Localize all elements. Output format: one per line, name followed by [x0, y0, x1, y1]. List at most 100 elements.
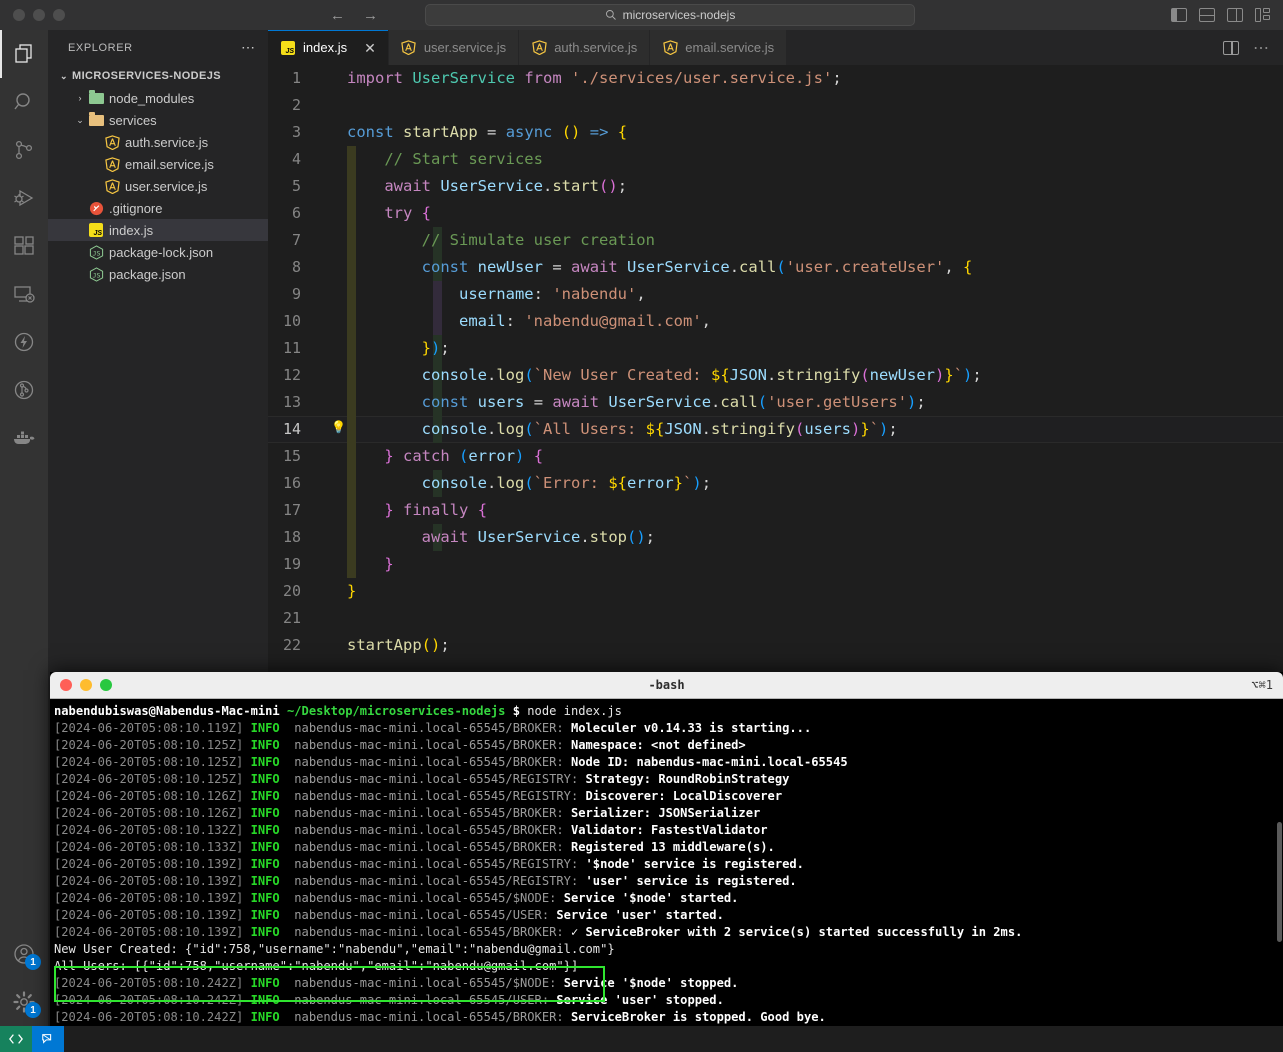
toggle-secondary-sidebar-icon[interactable] — [1227, 8, 1243, 22]
tree-root-folder[interactable]: ⌄ MICROSERVICES-NODEJS — [48, 65, 268, 87]
sidebar-item-explorer[interactable] — [0, 30, 48, 78]
code-line-4[interactable]: 4 // Start services — [268, 146, 1283, 173]
code-line-10[interactable]: 10 email: 'nabendu@gmail.com', — [268, 308, 1283, 335]
sidebar-item-run-and-debug[interactable] — [0, 174, 48, 222]
tab-user-service-js[interactable]: user.service.js — [388, 30, 520, 65]
code-line-21[interactable]: 21 — [268, 605, 1283, 632]
tree-item-auth-service-js[interactable]: auth.service.js — [48, 131, 268, 153]
tree-item-gitignore[interactable]: .gitignore — [48, 197, 268, 219]
glyph-margin[interactable] — [325, 470, 347, 497]
code-line-2[interactable]: 2 — [268, 92, 1283, 119]
chevron-right-icon[interactable]: › — [72, 93, 88, 103]
maximize-window-button[interactable] — [53, 9, 65, 21]
terminal-scrollbar[interactable] — [1277, 822, 1282, 942]
glyph-margin[interactable] — [325, 92, 347, 119]
window-traffic-lights[interactable] — [13, 9, 65, 21]
tree-item-services[interactable]: ⌄ services — [48, 109, 268, 131]
forward-arrow-icon[interactable]: → — [363, 8, 378, 23]
code-line-9[interactable]: 9 username: 'nabendu', — [268, 281, 1283, 308]
tree-item-email-service-js[interactable]: email.service.js — [48, 153, 268, 175]
code-line-11[interactable]: 11 }); — [268, 335, 1283, 362]
file-tree[interactable]: ⌄ MICROSERVICES-NODEJS › node_modules ⌄ ser… — [48, 65, 268, 285]
code-line-17[interactable]: 17 } finally { — [268, 497, 1283, 524]
code-line-5[interactable]: 5 await UserService.start(); — [268, 173, 1283, 200]
glyph-margin[interactable] — [325, 605, 347, 632]
code-line-20[interactable]: 20} — [268, 578, 1283, 605]
tree-item-package-lock-json[interactable]: JS package-lock.json — [48, 241, 268, 263]
remote-window-button[interactable] — [0, 1026, 32, 1052]
quick-fix-lightbulb-icon[interactable]: 💡 — [331, 421, 346, 433]
glyph-margin[interactable] — [325, 146, 347, 173]
code-line-13[interactable]: 13 const users = await UserService.call(… — [268, 389, 1283, 416]
line-number: 7 — [291, 231, 301, 249]
code-line-19[interactable]: 19 } — [268, 551, 1283, 578]
customize-layout-icon[interactable] — [1255, 8, 1271, 22]
glyph-margin[interactable] — [325, 200, 347, 227]
manage-settings-button[interactable]: 1 — [0, 978, 48, 1026]
sidebar-item-extensions[interactable] — [0, 222, 48, 270]
code-line-22[interactable]: 22 startApp(); — [268, 632, 1283, 659]
glyph-margin[interactable] — [325, 227, 347, 254]
glyph-margin[interactable] — [325, 173, 347, 200]
code-text: const users = await UserService.call('us… — [347, 389, 1283, 416]
glyph-margin[interactable] — [325, 254, 347, 281]
glyph-margin[interactable] — [325, 362, 347, 389]
glyph-margin[interactable] — [325, 443, 347, 470]
glyph-margin[interactable]: 💡 — [325, 416, 347, 443]
tab-index-js[interactable]: JS index.js ✕ — [268, 30, 389, 65]
code-line-14[interactable]: 14 💡 console.log(`All Users: ${JSON.strin… — [268, 416, 1283, 443]
glyph-margin[interactable] — [325, 281, 347, 308]
sidebar-item-source-control[interactable] — [0, 126, 48, 174]
accounts-button[interactable]: 1 — [0, 930, 48, 978]
navigation-arrows[interactable]: ← → — [330, 8, 378, 23]
sidebar-item-search[interactable] — [0, 78, 48, 126]
quick-open-search[interactable]: microservices-nodejs — [425, 4, 915, 26]
back-arrow-icon[interactable]: ← — [330, 8, 345, 23]
code-line-7[interactable]: 7 // Simulate user creation — [268, 227, 1283, 254]
code-line-8[interactable]: 8 const newUser = await UserService.call… — [268, 254, 1283, 281]
layout-toggle-group[interactable] — [1171, 8, 1271, 22]
tree-item-user-service-js[interactable]: user.service.js — [48, 175, 268, 197]
glyph-margin[interactable] — [325, 551, 347, 578]
chevron-down-icon[interactable]: ⌄ — [56, 71, 72, 82]
live-share-button[interactable] — [32, 1026, 64, 1052]
glyph-margin[interactable] — [325, 308, 347, 335]
sidebar-item-docker[interactable] — [0, 414, 48, 462]
code-line-15[interactable]: 15 } catch (error) { — [268, 443, 1283, 470]
editor-tab-actions[interactable]: ⋯ — [1223, 30, 1283, 65]
explorer-more-actions[interactable]: ⋯ — [241, 39, 256, 56]
glyph-margin[interactable] — [325, 578, 347, 605]
close-window-button[interactable] — [13, 9, 25, 21]
tree-item-package-json[interactable]: JS package.json — [48, 263, 268, 285]
sidebar-item-thunder-client[interactable] — [0, 318, 48, 366]
angular-file-icon — [531, 40, 547, 56]
code-line-6[interactable]: 6 try { — [268, 200, 1283, 227]
toggle-primary-sidebar-icon[interactable] — [1171, 8, 1187, 22]
code-line-16[interactable]: 16 console.log(`Error: ${error}`); — [268, 470, 1283, 497]
glyph-margin[interactable] — [325, 65, 347, 92]
editor-more-actions-icon[interactable]: ⋯ — [1253, 38, 1269, 58]
tree-item-node-modules[interactable]: › node_modules — [48, 87, 268, 109]
glyph-margin[interactable] — [325, 335, 347, 362]
glyph-margin[interactable] — [325, 632, 347, 659]
code-line-12[interactable]: 12 console.log(`New User Created: ${JSON… — [268, 362, 1283, 389]
glyph-margin[interactable] — [325, 389, 347, 416]
code-line-3[interactable]: 3 const startApp = async () => { — [268, 119, 1283, 146]
tab-email-service-js[interactable]: email.service.js — [650, 30, 788, 65]
chevron-down-icon[interactable]: ⌄ — [72, 115, 88, 126]
glyph-margin[interactable] — [325, 497, 347, 524]
tree-item-index-js[interactable]: JS index.js — [48, 219, 268, 241]
glyph-margin[interactable] — [325, 119, 347, 146]
code-line-18[interactable]: 18 await UserService.stop(); — [268, 524, 1283, 551]
glyph-margin[interactable] — [325, 524, 347, 551]
close-tab-icon[interactable]: ✕ — [364, 41, 376, 55]
sidebar-item-git-graph[interactable] — [0, 366, 48, 414]
tab-auth-service-js[interactable]: auth.service.js — [519, 30, 651, 65]
toggle-panel-icon[interactable] — [1199, 8, 1215, 22]
sidebar-item-remote-explorer[interactable] — [0, 270, 48, 318]
terminal-output[interactable]: nabendubiswas@Nabendus-Mac-mini ~/Deskto… — [50, 699, 1283, 1052]
split-editor-icon[interactable] — [1223, 40, 1239, 55]
editor-tabs[interactable]: JS index.js ✕ user.service.js auth.service.j… — [268, 30, 1283, 65]
minimize-window-button[interactable] — [33, 9, 45, 21]
code-line-1[interactable]: 1 import UserService from './services/use… — [268, 65, 1283, 92]
